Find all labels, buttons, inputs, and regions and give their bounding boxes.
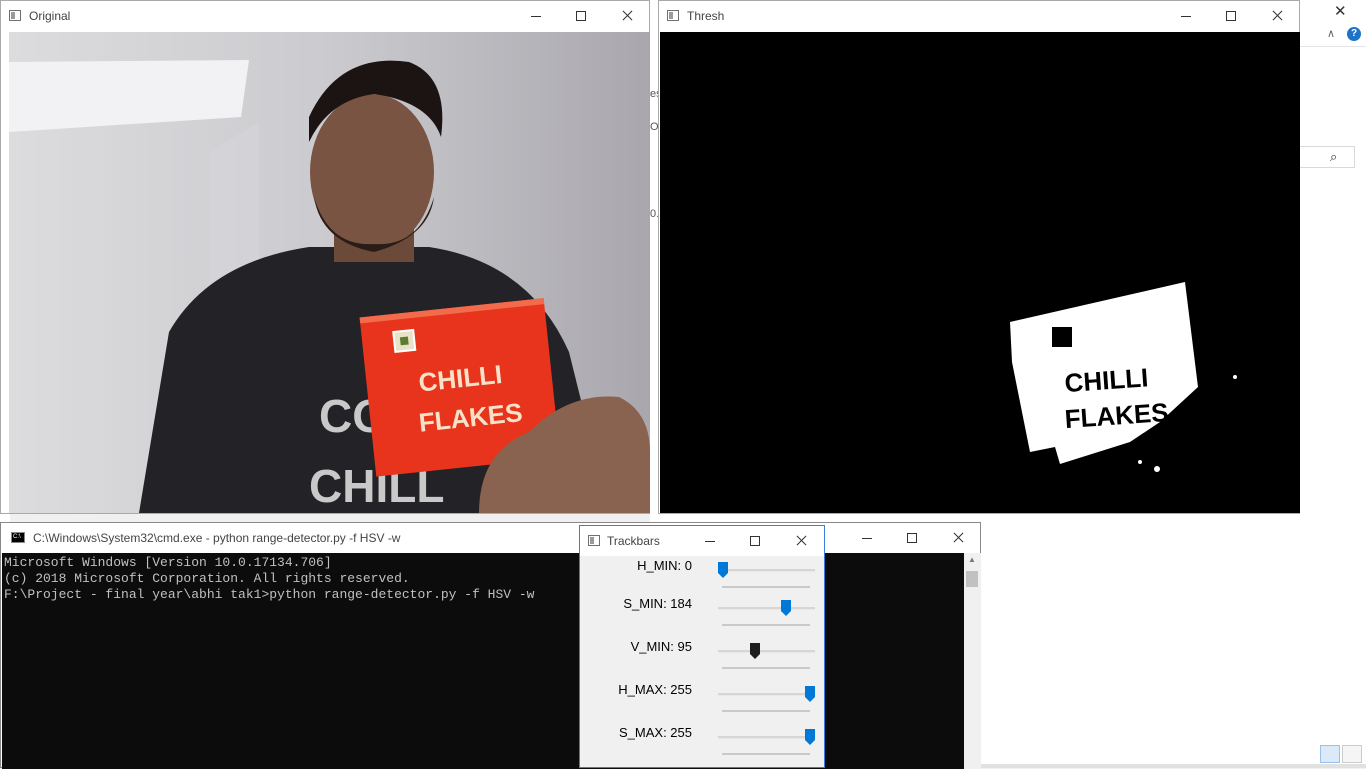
- app-icon: [588, 535, 600, 546]
- trackbar-thumb[interactable]: [750, 643, 761, 659]
- cmd-icon: C:\: [11, 532, 25, 543]
- scroll-up-icon[interactable]: ▲: [968, 555, 976, 564]
- trackbar-thumb[interactable]: [780, 600, 791, 616]
- original-titlebar[interactable]: Original: [1, 1, 649, 31]
- scrollbar-thumb[interactable]: [966, 571, 978, 587]
- trackbar-ticks: [722, 667, 810, 669]
- close-icon[interactable]: [778, 526, 824, 556]
- close-icon[interactable]: [1254, 1, 1300, 31]
- trackbar-label: S_MIN: 184: [623, 596, 692, 611]
- help-icon[interactable]: ?: [1347, 27, 1361, 41]
- large-icons-view-icon[interactable]: [1342, 745, 1362, 763]
- trackbar-thumb[interactable]: [718, 562, 728, 578]
- close-icon[interactable]: ✕: [1334, 2, 1347, 20]
- trackbar-label: H_MIN: 0: [637, 558, 692, 573]
- explorer-search-input[interactable]: [1300, 146, 1355, 168]
- trackbar-label: H_MAX: 255: [618, 682, 692, 697]
- maximize-icon[interactable]: [558, 1, 604, 31]
- close-icon[interactable]: [604, 1, 650, 31]
- maximize-icon[interactable]: [732, 526, 778, 556]
- window-title: C:\Windows\System32\cmd.exe - python ran…: [33, 531, 401, 545]
- trackbar-label: S_MAX: 255: [619, 725, 692, 740]
- original-window: Original CO CHILL CHILLI FLAKES: [0, 0, 650, 514]
- trackbar-slider[interactable]: [718, 650, 815, 653]
- chevron-up-icon[interactable]: ∧: [1327, 27, 1335, 40]
- minimize-icon[interactable]: [513, 1, 559, 31]
- window-title: Trackbars: [607, 534, 660, 548]
- details-view-icon[interactable]: [1320, 745, 1340, 763]
- cmd-titlebar[interactable]: C:\ C:\Windows\System32\cmd.exe - python…: [1, 523, 980, 553]
- camera-feed-image: CO CHILL CHILLI FLAKES: [9, 32, 650, 513]
- trackbar-ticks: [722, 624, 810, 626]
- minimize-icon[interactable]: [1163, 1, 1209, 31]
- trackbar-slider[interactable]: [718, 693, 815, 696]
- app-icon: [667, 10, 679, 21]
- trackbar-thumb[interactable]: [805, 686, 815, 702]
- threshold-mask-image: CHILLI FLAKES: [660, 32, 1300, 513]
- background-explorer-header: [1300, 0, 1366, 140]
- trackbar-row: V_MIN: 95: [580, 639, 824, 682]
- minimize-icon[interactable]: [844, 523, 890, 553]
- trackbar-slider[interactable]: [718, 736, 815, 739]
- trackbar-ticks: [722, 586, 810, 588]
- trackbars-window: Trackbars H_MIN: 0 S_MIN: 184 V_MIN: 95 H_M…: [579, 525, 825, 768]
- trackbars-titlebar[interactable]: Trackbars: [580, 526, 824, 556]
- mask-text: CHILLI: [1064, 362, 1150, 398]
- window-title: Thresh: [687, 9, 725, 23]
- divider: [1300, 46, 1366, 47]
- window-title: Original: [29, 9, 71, 23]
- trackbar-row: S_MIN: 184: [580, 596, 824, 639]
- vertical-scrollbar[interactable]: ▲: [964, 553, 981, 769]
- trackbar-ticks: [722, 753, 810, 755]
- trackbar-thumb[interactable]: [805, 729, 815, 745]
- command-prompt-window: C:\ C:\Windows\System32\cmd.exe - python…: [0, 522, 981, 769]
- thresh-window: Thresh CHILLI FLAKES: [658, 0, 1300, 514]
- trackbar-row: H_MIN: 0: [580, 558, 824, 601]
- maximize-icon[interactable]: [889, 523, 935, 553]
- trackbar-row: S_MAX: 255: [580, 725, 824, 768]
- trackbar-slider[interactable]: [718, 607, 815, 610]
- trackbar-ticks: [722, 710, 810, 712]
- view-toggle-group: [1318, 745, 1362, 763]
- trackbar-label: V_MIN: 95: [630, 639, 692, 654]
- trackbar-row: H_MAX: 255: [580, 682, 824, 725]
- app-icon: [9, 10, 21, 21]
- thresh-titlebar[interactable]: Thresh: [659, 1, 1299, 31]
- maximize-icon[interactable]: [1208, 1, 1254, 31]
- close-icon[interactable]: [935, 523, 981, 553]
- search-icon[interactable]: ⌕: [1330, 149, 1337, 165]
- trackbar-slider[interactable]: [718, 569, 815, 572]
- minimize-icon[interactable]: [687, 526, 733, 556]
